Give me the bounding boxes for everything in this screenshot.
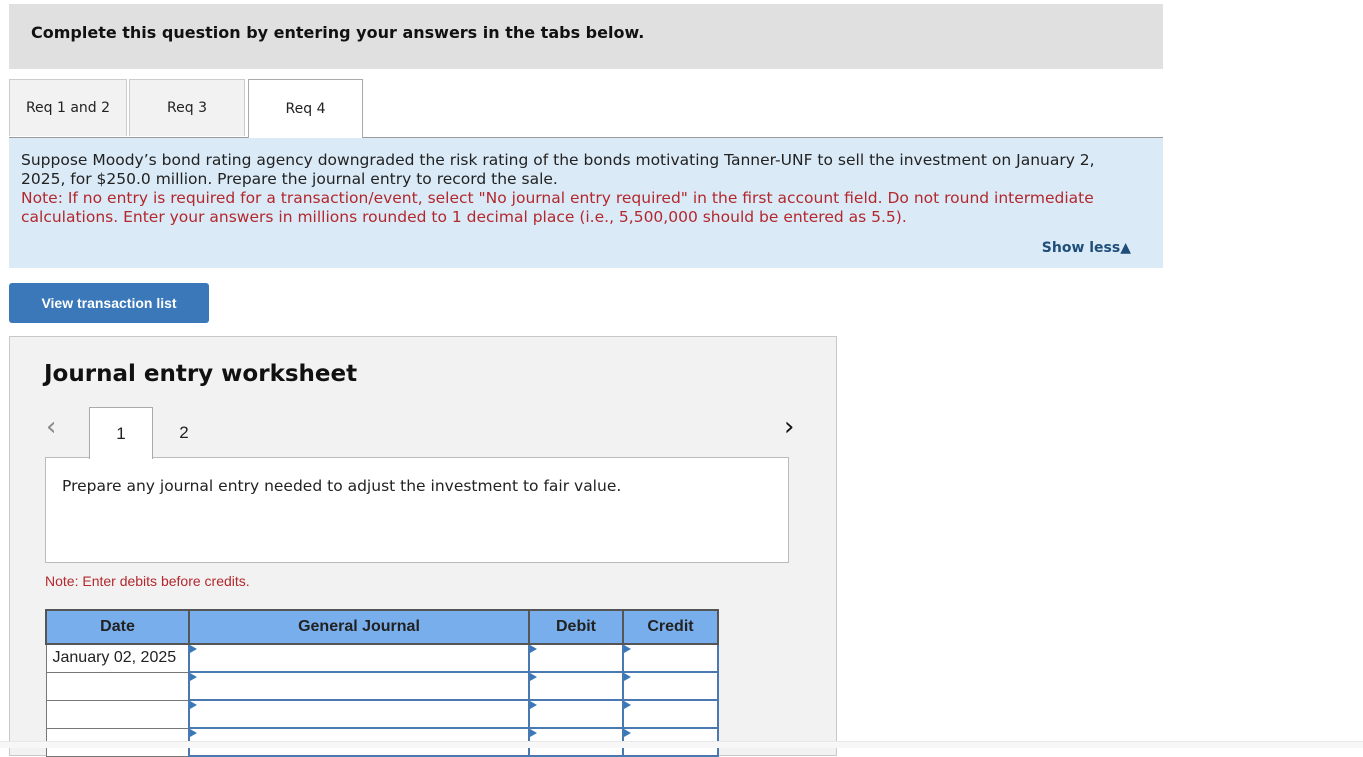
date-cell — [45, 699, 190, 729]
entry-instruction-box: Prepare any journal entry needed to adju… — [45, 457, 789, 563]
credit-input[interactable] — [622, 699, 719, 729]
tab-req-1-and-2[interactable]: Req 1 and 2 — [9, 79, 127, 136]
entry-instruction: Prepare any journal entry needed to adju… — [62, 477, 622, 495]
triangle-up-icon: ▲ — [1120, 240, 1131, 256]
view-transaction-list-button[interactable]: View transaction list — [9, 283, 209, 323]
header-date: Date — [45, 609, 190, 645]
show-less-link[interactable]: Show less▲ — [1042, 240, 1131, 256]
table-row — [45, 699, 719, 729]
account-input[interactable] — [188, 699, 530, 729]
credit-input[interactable] — [622, 671, 719, 701]
question-text: Suppose Moody’s bond rating agency downg… — [21, 151, 1095, 188]
chevron-right-icon[interactable]: › — [784, 412, 794, 442]
header-general-journal: General Journal — [188, 609, 530, 645]
tab-req-4[interactable]: Req 4 — [248, 79, 363, 138]
instruction-text: Complete this question by entering your … — [31, 23, 645, 42]
question-note: Note: If no entry is required for a tran… — [21, 189, 1094, 226]
account-input[interactable] — [188, 671, 530, 701]
worksheet-page-1[interactable]: 1 — [89, 407, 153, 459]
chevron-left-icon[interactable]: ‹ — [46, 412, 56, 442]
header-credit: Credit — [622, 609, 719, 645]
account-input[interactable] — [188, 643, 530, 673]
journal-entry-worksheet: Journal entry worksheet ‹ 1 2 › Prepare … — [9, 336, 837, 757]
requirement-tabs: Req 1 and 2 Req 3 Req 4 — [9, 79, 1163, 138]
table-header-row: Date General Journal Debit Credit — [45, 609, 719, 645]
debit-input[interactable] — [528, 671, 624, 701]
debits-note: Note: Enter debits before credits. — [45, 573, 250, 589]
header-debit: Debit — [528, 609, 624, 645]
worksheet-title: Journal entry worksheet — [44, 361, 358, 387]
credit-input[interactable] — [622, 643, 719, 673]
debit-input[interactable] — [528, 643, 624, 673]
worksheet-page-2[interactable]: 2 — [152, 407, 216, 459]
table-row: January 02, 2025 — [45, 643, 719, 673]
date-cell: January 02, 2025 — [45, 643, 190, 673]
question-panel: Suppose Moody’s bond rating agency downg… — [9, 138, 1163, 268]
tab-req-3[interactable]: Req 3 — [129, 79, 245, 136]
show-less-label: Show less — [1041, 240, 1121, 256]
debit-input[interactable] — [528, 699, 624, 729]
date-cell — [45, 671, 190, 701]
instruction-banner: Complete this question by entering your … — [9, 4, 1163, 69]
table-row — [45, 671, 719, 701]
journal-table: Date General Journal Debit Credit Januar… — [45, 609, 719, 757]
